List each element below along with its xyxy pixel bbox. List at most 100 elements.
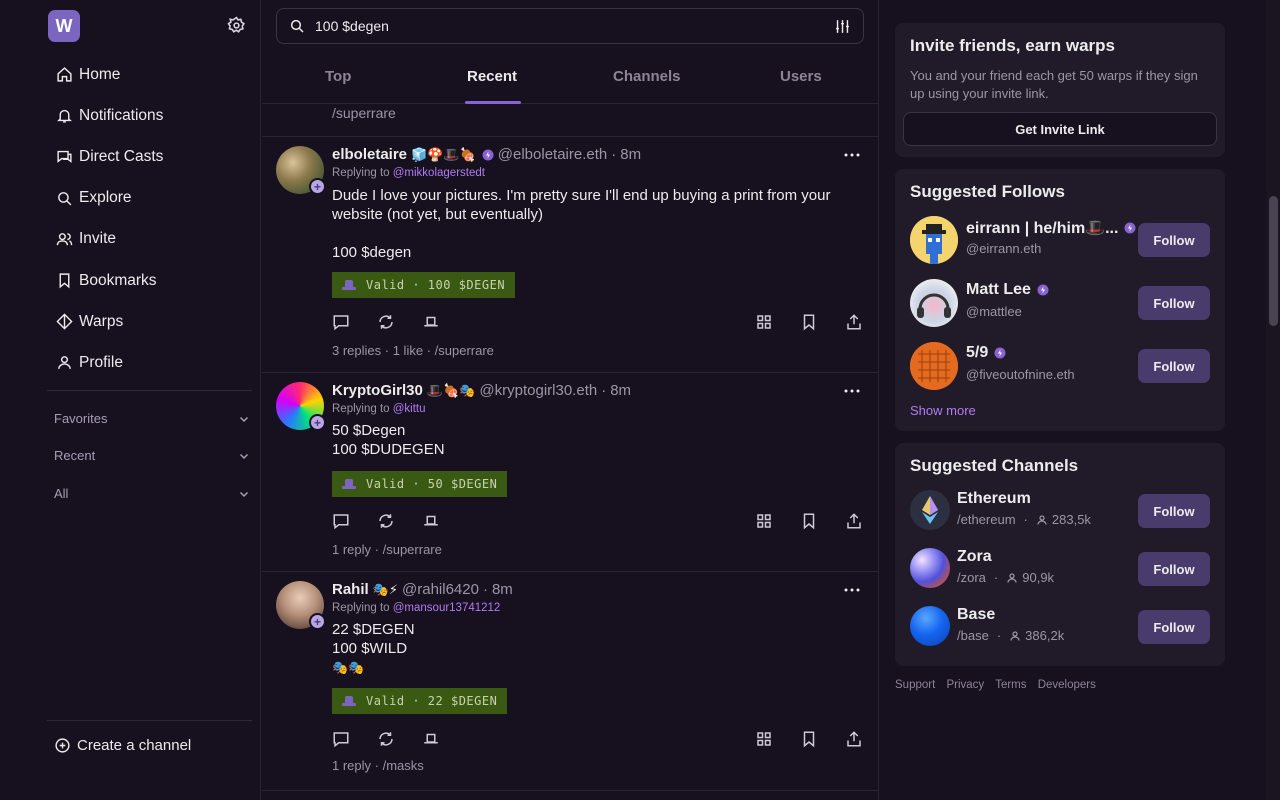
channel-link[interactable]: /superrare <box>383 542 442 557</box>
author-handle[interactable]: @elboletaire.eth <box>498 146 607 163</box>
author-name[interactable]: KryptoGirl30 <box>332 382 423 399</box>
show-more-link[interactable]: Show more <box>910 403 976 418</box>
more-options-icon[interactable] <box>843 382 861 400</box>
avatar[interactable] <box>910 216 958 264</box>
suggested-channel: Base /base · 386,2k Follow <box>910 606 1210 646</box>
bookmark-icon[interactable] <box>800 512 818 530</box>
warpcast-logo[interactable]: W <box>48 10 80 42</box>
get-invite-link-button[interactable]: Get Invite Link <box>903 112 1217 146</box>
footer-link-developers[interactable]: Developers <box>1038 679 1096 691</box>
user-name[interactable]: Matt Lee <box>966 281 1049 299</box>
ethereum-logo-icon[interactable] <box>910 490 950 530</box>
nav-invite[interactable]: Invite <box>47 219 253 260</box>
nav-warps[interactable]: Warps <box>47 301 253 342</box>
settings-gear-icon[interactable] <box>227 16 246 35</box>
apps-grid-icon[interactable] <box>755 313 773 331</box>
user-name-text: eirrann | he/him🎩... <box>966 220 1119 237</box>
nav-notifications[interactable]: Notifications <box>47 95 253 136</box>
tab-channels[interactable]: Channels <box>613 68 681 85</box>
avatar[interactable] <box>910 279 958 327</box>
tab-recent[interactable]: Recent <box>467 68 517 85</box>
section-all[interactable]: All <box>54 486 250 501</box>
bookmark-icon[interactable] <box>800 313 818 331</box>
replies-count[interactable]: 1 reply <box>332 542 371 557</box>
author-emojis: 🧊🍄🎩🍖 <box>411 146 476 162</box>
search-input[interactable]: 100 $degen <box>276 8 864 44</box>
bookmark-icon[interactable] <box>800 730 818 748</box>
user-handle[interactable]: @mattlee <box>966 304 1022 319</box>
hat-tip-icon[interactable] <box>422 730 440 748</box>
likes-count[interactable]: 1 like <box>393 343 423 358</box>
share-icon[interactable] <box>845 313 863 331</box>
footer-link-terms[interactable]: Terms <box>995 679 1026 691</box>
avatar[interactable] <box>910 342 958 390</box>
post-rahil[interactable]: + Rahil 🎭⚡ @rahil6420 · 8m Replying to @… <box>262 581 878 789</box>
hat-tip-icon[interactable] <box>422 512 440 530</box>
comment-icon[interactable] <box>332 512 350 530</box>
comment-icon[interactable] <box>332 730 350 748</box>
recast-icon[interactable] <box>377 512 395 530</box>
hat-tip-icon[interactable] <box>422 313 440 331</box>
recast-icon[interactable] <box>377 313 395 331</box>
nav-profile[interactable]: Profile <box>47 342 253 383</box>
nav-bookmarks[interactable]: Bookmarks <box>47 260 253 301</box>
footer-link-privacy[interactable]: Privacy <box>946 679 984 691</box>
channel-name[interactable]: Base <box>957 606 995 624</box>
follow-button[interactable]: Follow <box>1138 349 1210 383</box>
zora-logo-icon[interactable] <box>910 548 950 588</box>
follow-plus-icon[interactable]: + <box>309 178 326 195</box>
reply-to-link[interactable]: @kittu <box>393 403 426 415</box>
author-name[interactable]: elboletaire <box>332 146 407 163</box>
reply-to-link[interactable]: @mikkolagerstedt <box>393 167 485 179</box>
replies-count[interactable]: 3 replies <box>332 343 381 358</box>
recast-icon[interactable] <box>377 730 395 748</box>
post-elboletaire[interactable]: + elboletaire 🧊🍄🎩🍖 @elboletaire.eth · 8m… <box>262 146 878 372</box>
tab-users[interactable]: Users <box>780 68 822 85</box>
previous-post-channel[interactable]: /superrare <box>332 105 396 121</box>
user-name[interactable]: 5/9 <box>966 344 1006 362</box>
author-handle[interactable]: @rahil6420 <box>402 581 479 598</box>
base-logo-icon[interactable] <box>910 606 950 646</box>
follow-button[interactable]: Follow <box>1138 494 1210 528</box>
user-handle[interactable]: @fiveoutofnine.eth <box>966 367 1075 382</box>
apps-grid-icon[interactable] <box>755 512 773 530</box>
share-icon[interactable] <box>845 512 863 530</box>
author-handle[interactable]: @kryptogirl30.eth <box>479 382 597 399</box>
user-handle[interactable]: @eirrann.eth <box>966 241 1041 256</box>
user-name[interactable]: eirrann | he/him🎩... <box>966 218 1136 238</box>
replies-count[interactable]: 1 reply <box>332 758 371 773</box>
follow-button[interactable]: Follow <box>1138 223 1210 257</box>
reply-to-link[interactable]: @mansour13741212 <box>393 602 501 614</box>
follow-plus-icon[interactable]: + <box>309 613 326 630</box>
nav-explore[interactable]: Explore <box>47 178 253 219</box>
nav-direct-casts[interactable]: Direct Casts <box>47 136 253 177</box>
more-options-icon[interactable] <box>843 581 861 599</box>
tip-text: Valid · 100 $DEGEN <box>366 278 506 292</box>
nav-home[interactable]: Home <box>47 54 253 95</box>
scrollbar-thumb[interactable] <box>1269 196 1278 326</box>
comment-icon[interactable] <box>332 313 350 331</box>
more-options-icon[interactable] <box>843 146 861 164</box>
tab-top[interactable]: Top <box>325 68 351 85</box>
follow-button[interactable]: Follow <box>1138 610 1210 644</box>
channel-name[interactable]: Zora <box>957 548 992 566</box>
channel-link[interactable]: /superrare <box>435 343 494 358</box>
section-recent[interactable]: Recent <box>54 448 250 463</box>
author-name[interactable]: Rahil <box>332 581 369 598</box>
share-icon[interactable] <box>845 730 863 748</box>
section-favorites[interactable]: Favorites <box>54 411 250 426</box>
scrollbar-track[interactable] <box>1266 0 1280 800</box>
follow-plus-icon[interactable]: + <box>309 414 326 431</box>
follow-button[interactable]: Follow <box>1138 286 1210 320</box>
footer-link-support[interactable]: Support <box>895 679 935 691</box>
filter-sliders-icon[interactable] <box>834 18 851 35</box>
follow-button[interactable]: Follow <box>1138 552 1210 586</box>
create-channel-button[interactable]: Create a channel <box>54 737 191 754</box>
channel-link[interactable]: /masks <box>383 758 424 773</box>
apps-grid-icon[interactable] <box>755 730 773 748</box>
channel-name[interactable]: Ethereum <box>957 490 1031 508</box>
post-kryptogirl30[interactable]: + KryptoGirl30 🎩🍖🎭 @kryptogirl30.eth · 8… <box>262 382 878 570</box>
person-icon <box>1009 630 1021 642</box>
nav-warps-label: Warps <box>79 312 124 330</box>
reply-prefix: Replying to <box>332 602 390 614</box>
